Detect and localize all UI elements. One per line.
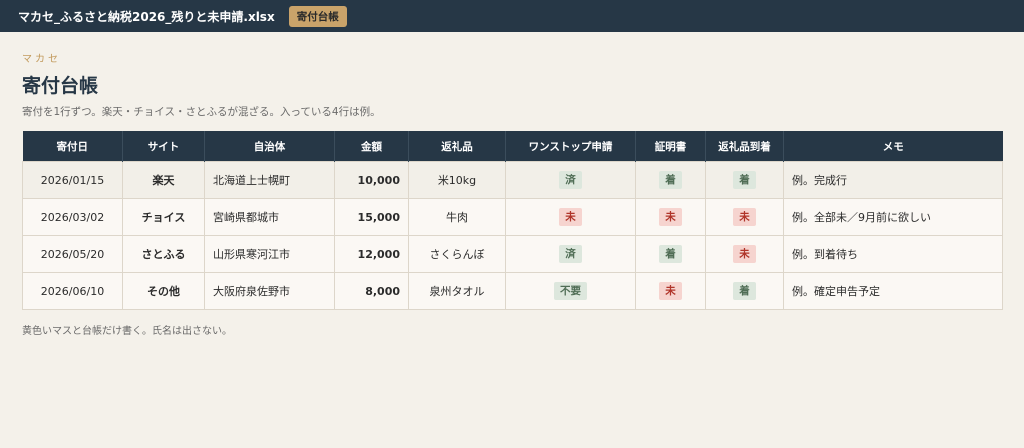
col-header-arrival: 返礼品到着 (705, 131, 784, 162)
table-row: 2026/05/20 さとふる 山形県寒河江市 12,000 さくらんぼ 済 着… (22, 235, 1003, 273)
file-name: マカセ_ふるさと納税2026_残りと未申請.xlsx (18, 9, 275, 24)
brand-label: マカセ (22, 54, 61, 65)
cell-certificate[interactable]: 未 (635, 198, 706, 236)
cell-memo[interactable]: 例。到着待ち (783, 235, 1003, 273)
cell-site[interactable]: チョイス (122, 198, 205, 236)
cell-onestop[interactable]: 済 (505, 235, 636, 273)
title-bar: マカセ_ふるさと納税2026_残りと未申請.xlsx 寄付台帳 (0, 0, 1024, 32)
col-header-site: サイト (122, 131, 205, 162)
status-badge: 済 (559, 245, 582, 263)
cell-gift[interactable]: 牛肉 (408, 198, 506, 236)
cell-site[interactable]: さとふる (122, 235, 205, 273)
col-header-certificate: 証明書 (635, 131, 706, 162)
cell-onestop[interactable]: 未 (505, 198, 636, 236)
cell-municipality[interactable]: 北海道上士幌町 (204, 161, 335, 199)
status-badge: 未 (659, 208, 682, 226)
cell-memo[interactable]: 例。全部未／9月前に欲しい (783, 198, 1003, 236)
cell-certificate[interactable]: 着 (635, 235, 706, 273)
status-badge: 済 (559, 171, 582, 189)
status-badge: 着 (733, 282, 756, 300)
cell-arrival[interactable]: 未 (705, 198, 784, 236)
cell-date[interactable]: 2026/01/15 (22, 161, 123, 199)
col-header-onestop: ワンストップ申請 (505, 131, 636, 162)
cell-gift[interactable]: 米10kg (408, 161, 506, 199)
table-row: 2026/01/15 楽天 北海道上士幌町 10,000 米10kg 済 着 着… (22, 161, 1003, 199)
table-row: 2026/06/10 その他 大阪府泉佐野市 8,000 泉州タオル 不要 未 … (22, 272, 1003, 310)
cell-onestop[interactable]: 済 (505, 161, 636, 199)
donation-table: 寄付日 サイト 自治体 金額 返礼品 ワンストップ申請 証明書 返礼品到着 メモ… (22, 131, 1003, 310)
main-content: マカセ 寄付台帳 寄付を1行ずつ。楽天・チョイス・さとふるが混ざる。入っている4… (0, 32, 1024, 337)
status-badge: 着 (659, 171, 682, 189)
cell-municipality[interactable]: 宮崎県都城市 (204, 198, 335, 236)
status-badge: 未 (559, 208, 582, 226)
page-title: 寄付台帳 (22, 75, 99, 97)
status-badge: 不要 (554, 282, 587, 300)
cell-certificate[interactable]: 未 (635, 272, 706, 310)
cell-certificate[interactable]: 着 (635, 161, 706, 199)
cell-amount[interactable]: 15,000 (334, 198, 409, 236)
cell-amount[interactable]: 12,000 (334, 235, 409, 273)
col-header-date: 寄付日 (22, 131, 123, 162)
cell-date[interactable]: 2026/05/20 (22, 235, 123, 273)
cell-site[interactable]: その他 (122, 272, 205, 310)
cell-onestop[interactable]: 不要 (505, 272, 636, 310)
cell-amount[interactable]: 10,000 (334, 161, 409, 199)
status-badge: 着 (659, 245, 682, 263)
cell-date[interactable]: 2026/03/02 (22, 198, 123, 236)
status-badge: 未 (659, 282, 682, 300)
table-row: 2026/03/02 チョイス 宮崎県都城市 15,000 牛肉 未 未 未 例… (22, 198, 1003, 236)
cell-municipality[interactable]: 大阪府泉佐野市 (204, 272, 335, 310)
table-body: 2026/01/15 楽天 北海道上士幌町 10,000 米10kg 済 着 着… (22, 161, 1003, 310)
cell-memo[interactable]: 例。確定申告予定 (783, 272, 1003, 310)
cell-memo[interactable]: 例。完成行 (783, 161, 1003, 199)
footnote: 黄色いマスと台帳だけ書く。氏名は出さない。 (22, 326, 232, 337)
col-header-memo: メモ (783, 131, 1003, 162)
table-header: 寄付日 サイト 自治体 金額 返礼品 ワンストップ申請 証明書 返礼品到着 メモ (22, 131, 1003, 162)
page-description: 寄付を1行ずつ。楽天・チョイス・さとふるが混ざる。入っている4行は例。 (22, 106, 381, 118)
cell-arrival[interactable]: 着 (705, 161, 784, 199)
cell-gift[interactable]: 泉州タオル (408, 272, 506, 310)
cell-arrival[interactable]: 着 (705, 272, 784, 310)
cell-gift[interactable]: さくらんぼ (408, 235, 506, 273)
status-badge: 未 (733, 208, 756, 226)
sheet-tab[interactable]: 寄付台帳 (288, 5, 347, 27)
cell-arrival[interactable]: 未 (705, 235, 784, 273)
status-badge: 着 (733, 171, 756, 189)
cell-municipality[interactable]: 山形県寒河江市 (204, 235, 335, 273)
col-header-municipality: 自治体 (204, 131, 335, 162)
cell-site[interactable]: 楽天 (122, 161, 205, 199)
col-header-amount: 金額 (334, 131, 409, 162)
status-badge: 未 (733, 245, 756, 263)
col-header-gift: 返礼品 (408, 131, 506, 162)
cell-amount[interactable]: 8,000 (334, 272, 409, 310)
header-row: 寄付日 サイト 自治体 金額 返礼品 ワンストップ申請 証明書 返礼品到着 メモ (22, 131, 1003, 162)
cell-date[interactable]: 2026/06/10 (22, 272, 123, 310)
